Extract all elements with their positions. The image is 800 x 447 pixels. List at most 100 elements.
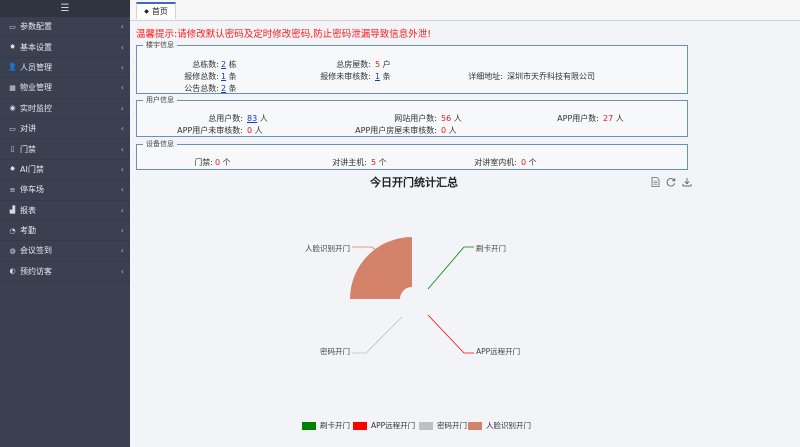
sidebar-item-1[interactable]: ✸ 基本设置 ‹ — [0, 37, 130, 58]
repair-pending-link[interactable]: 1 — [375, 72, 380, 81]
app-users-value: 27 — [603, 114, 614, 123]
sidebar-item-label: 门禁 — [20, 144, 36, 154]
room-count-unit: 户 — [382, 60, 391, 69]
eye-icon: ◉ — [9, 104, 16, 113]
monitor-icon: ▭ — [9, 22, 16, 31]
user-icon: 👤 — [8, 63, 17, 72]
legend-swatch — [468, 421, 482, 430]
sidebar-item-7[interactable]: ✸ AI门禁 ‹ — [0, 160, 130, 181]
door-icon: ▯ — [10, 145, 15, 154]
building-count-label: 总栋数: — [192, 60, 219, 69]
chevron-left-icon: ‹ — [120, 124, 124, 134]
app-users-unit: 人 — [615, 114, 624, 123]
sidebar-item-label: 实时监控 — [20, 103, 52, 113]
gear-icon: ✸ — [9, 43, 16, 52]
notice-unit: 条 — [228, 84, 237, 93]
sidebar-item-11[interactable]: ◍ 会议签到 ‹ — [0, 241, 130, 262]
total-users-link[interactable]: 83 — [247, 114, 257, 123]
download-icon[interactable] — [682, 177, 692, 187]
sidebar-item-label: 基本设置 — [20, 42, 52, 52]
chevron-left-icon: ‹ — [120, 144, 124, 154]
slice-label-3: 人脸识别开门 — [305, 243, 350, 253]
web-users-unit: 人 — [453, 114, 462, 123]
chevron-left-icon: ‹ — [120, 42, 124, 52]
sidebar-item-10[interactable]: ◔ 考勤 ‹ — [0, 221, 130, 242]
chart-toolbar — [650, 177, 692, 187]
sidebar-item-5[interactable]: ▭ 对讲 ‹ — [0, 119, 130, 140]
app-room-pending-unit: 人 — [448, 126, 457, 135]
app-pending-label: APP用户未审核数: — [177, 126, 243, 135]
legend-swatch — [419, 421, 433, 430]
address-label: 详细地址: — [468, 72, 503, 81]
rose-pie-chart: 刷卡开门 APP远程开门 密码开门 人脸识别开门 — [305, 237, 520, 356]
menu-icon: ☰ — [60, 3, 70, 14]
indoor-unit: 个 — [528, 158, 537, 167]
sidebar-item-9[interactable]: ▟ 报表 ‹ — [0, 201, 130, 221]
legend-item-3[interactable]: 人脸识别开门 — [468, 420, 531, 431]
chevron-left-icon: ‹ — [120, 205, 124, 215]
door-label: 门禁: — [194, 158, 213, 167]
slice-label-1: APP远程开门 — [476, 347, 520, 356]
sidebar-item-3[interactable]: ▦ 物业管理 ‹ — [0, 78, 130, 99]
sidebar-toggle[interactable]: ☰ — [0, 0, 130, 17]
sidebar-item-label: 人员管理 — [20, 62, 52, 72]
label-line-1 — [427, 314, 474, 354]
refresh-icon[interactable] — [666, 177, 676, 187]
slice-label-2: 密码开门 — [320, 346, 350, 356]
chevron-left-icon: ‹ — [120, 246, 124, 256]
building-count-link[interactable]: 2 — [221, 60, 226, 69]
device-legend: 设备信息 — [146, 140, 174, 148]
intercom-label: 对讲主机: — [332, 158, 367, 167]
device-info-panel: 设备信息 门禁: 0 个 对讲主机: 5 个 对讲室内机: 0 个 — [136, 139, 688, 170]
tab-label: 首页 — [151, 7, 168, 16]
sidebar-item-label: 停车场 — [20, 185, 44, 195]
repair-count-link[interactable]: 1 — [221, 72, 226, 81]
app-pending-value: 0 — [247, 126, 253, 135]
sidebar-item-4[interactable]: ◉ 实时监控 ‹ — [0, 99, 130, 119]
gear-icon: ✸ — [9, 165, 16, 174]
door-unit: 个 — [222, 158, 231, 167]
sidebar-item-label: 物业管理 — [20, 83, 52, 93]
pie-slice-3[interactable] — [350, 237, 412, 299]
app-room-pending-value: 0 — [441, 126, 447, 135]
legend-swatch — [353, 421, 367, 430]
slice-label-0: 刷卡开门 — [476, 243, 506, 253]
chart-title: 今日开门统计汇总 — [370, 176, 458, 189]
tab-bar: ◆ 首页 — [130, 0, 800, 21]
room-count-value: 5 — [375, 60, 381, 69]
total-users-label: 总用户数: — [208, 114, 243, 123]
chevron-left-icon: ‹ — [120, 22, 124, 32]
notice-label: 公告总数: — [184, 84, 219, 93]
home-icon: ◆ — [144, 8, 149, 15]
web-users-label: 网站用户数: — [394, 114, 437, 123]
user-legend: 用户信息 — [146, 96, 174, 104]
web-users-value: 56 — [441, 114, 452, 123]
legend-item-1[interactable]: APP远程开门 — [353, 420, 415, 431]
monitor-icon: ▭ — [9, 124, 16, 133]
sidebar: ☰ ▭ 参数配置 ‹ ✸ 基本设置 ‹ 👤 人员管理 ‹ ▦ 物业管理 ‹ ◉ 实时监控 ‹ ▭ 对讲 ‹ ▯ 门禁 ‹… — [0, 0, 130, 447]
sidebar-item-label: 参数配置 — [20, 22, 52, 32]
sidebar-item-8[interactable]: ≡ 停车场 ‹ — [0, 180, 130, 201]
sidebar-item-0[interactable]: ▭ 参数配置 ‹ — [0, 17, 130, 38]
sidebar-item-12[interactable]: ◐ 预约访客 ‹ — [0, 262, 130, 283]
chevron-left-icon: ‹ — [120, 185, 124, 195]
app-room-pending-label: APP用户房屋未审核数: — [355, 126, 437, 135]
chart-icon: ▟ — [9, 206, 16, 215]
legend-label: APP远程开门 — [371, 421, 416, 430]
app-pending-unit: 人 — [254, 126, 263, 135]
notice-count-link[interactable]: 2 — [221, 84, 226, 93]
user-info-panel: 用户信息 总用户数: 83 人 网站用户数: 56 人 APP用户数: 27 人… — [136, 95, 688, 137]
door-value: 0 — [215, 158, 221, 167]
legend-item-2[interactable]: 密码开门 — [419, 420, 467, 431]
address-value: 深圳市天乔科技有限公司 — [507, 72, 595, 81]
chevron-left-icon: ‹ — [120, 83, 124, 93]
document-icon[interactable] — [650, 177, 660, 187]
legend-item-0[interactable]: 刷卡开门 — [302, 420, 350, 431]
intercom-unit: 个 — [378, 158, 387, 167]
sidebar-item-6[interactable]: ▯ 门禁 ‹ — [0, 139, 130, 160]
chevron-left-icon: ‹ — [120, 62, 124, 72]
intercom-value: 5 — [371, 158, 377, 167]
chevron-left-icon: ‹ — [120, 103, 124, 113]
sidebar-item-2[interactable]: 👤 人员管理 ‹ — [0, 58, 130, 79]
tab-home[interactable]: ◆ 首页 — [136, 2, 176, 19]
